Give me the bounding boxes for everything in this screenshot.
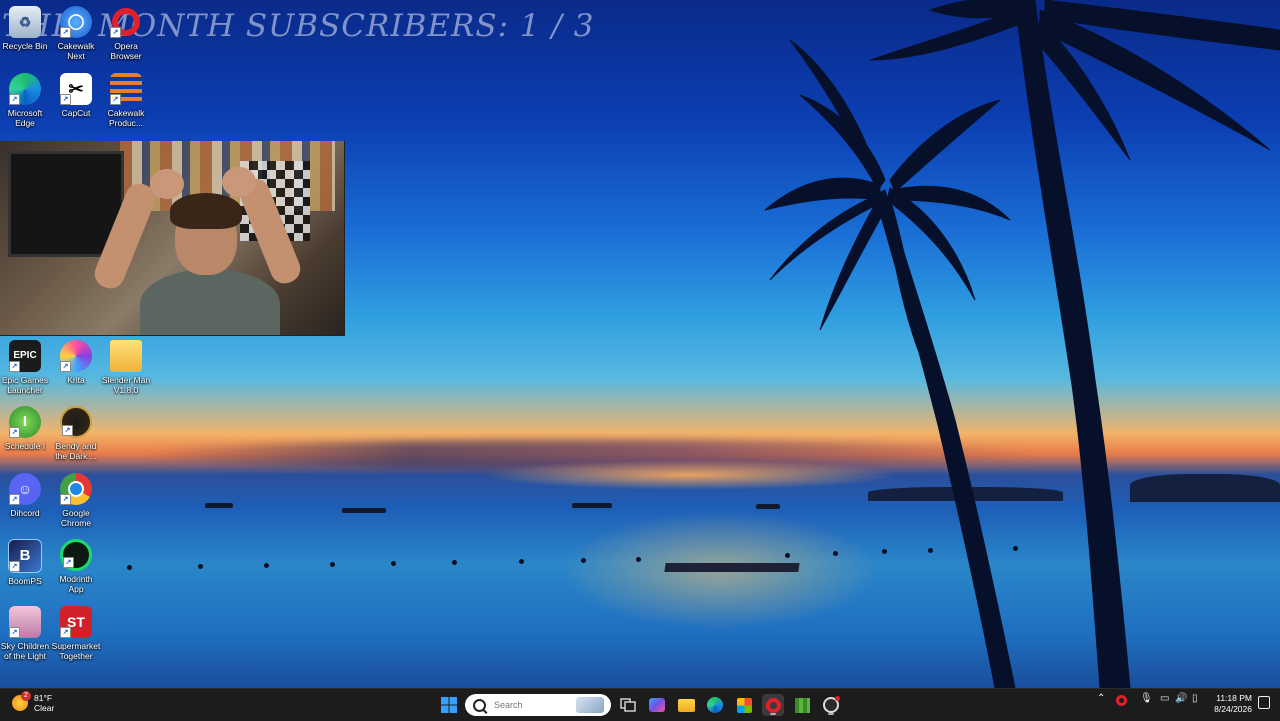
weather-widget[interactable]: 2 81°F Clear [12,691,55,713]
krita-icon: ↗ [60,340,92,372]
desktop-icon-cakewalk-next[interactable]: ◯ ↗ Cakewalk Next [51,6,101,61]
file-explorer-button[interactable] [675,694,697,716]
desktop-icon-label: Dihcord [10,508,40,518]
taskbar-edge-button[interactable] [704,694,726,716]
widgets-button[interactable] [646,694,668,716]
notification-icon[interactable] [1258,696,1270,709]
desktop-icon-bendy[interactable]: ↗ Bendy and the Dark ... [51,406,101,461]
windows-start-icon [441,697,457,713]
schedule-i-icon: I ↗ [9,406,41,438]
file-explorer-icon [677,698,695,712]
desktop-icon-label: Cakewalk Produc... [107,108,145,128]
desktop-icon-label: Recycle Bin [2,41,48,51]
battery-icon[interactable]: ▯ [1192,693,1198,704]
desktop-icon-epic-games[interactable]: EPIC ↗ Epic Games Launcher [0,340,50,395]
weather-badge: 2 [21,691,31,701]
boomps-icon: B ↗ [8,539,42,573]
taskbar-obs-button[interactable] [820,694,842,716]
desktop-icon-label: Google Chrome [60,508,92,528]
desktop-icon-label: Krita [67,375,85,385]
chevron-up-icon[interactable]: ⌃ [1097,693,1105,704]
desktop-icon-opera-browser[interactable]: ↗ Opera Browser [101,6,151,61]
modrinth-icon: ↗ [60,539,92,571]
desktop-icon-label: Modrinth App [59,574,93,594]
desktop-icon-label: Bendy and the Dark ... [55,441,97,461]
desktop-icon-modrinth[interactable]: ↗ Modrinth App [51,539,101,594]
edge-icon: ↗ [9,73,41,105]
network-icon[interactable]: ▭ [1160,693,1169,704]
desktop-icon-cakewalk-producer[interactable]: ↗ Cakewalk Produc... [101,73,151,128]
desktop-icon-label: Supermarket Together [51,641,101,661]
capcut-icon: ✂ ↗ [60,73,92,105]
taskbar-search[interactable] [465,694,611,716]
search-icon [473,698,486,712]
webcam-person-hand [222,167,256,197]
running-indicator [770,713,776,715]
desktop-icon-krita[interactable]: ↗ Krita [51,340,101,385]
sky-icon: ↗ [9,606,41,638]
desktop-icon-sky[interactable]: ↗ Sky Children of the Light [0,606,50,661]
desktop-icon-recycle-bin[interactable]: ♻ Recycle Bin [0,6,50,51]
taskbar-clock[interactable]: 11:18 PM 8/24/2026 [1210,693,1252,715]
volume-icon[interactable]: 🔊 [1175,693,1187,704]
desktop-icon-label: Schedule I [4,441,46,451]
task-view-icon [620,698,636,712]
desktop-icon-slender-man[interactable]: Slender Man V1.8.0 [101,340,151,395]
start-button[interactable] [438,694,460,716]
discord-icon: ☺ ↗ [9,473,41,505]
desktop-icon-label: Opera Browser [110,41,142,61]
opera-icon [765,697,781,713]
clock-time: 11:18 PM [1216,693,1252,703]
desktop-icon-capcut[interactable]: ✂ ↗ CapCut [51,73,101,118]
desktop-icon-label: Sky Children of the Light [0,641,50,661]
weather-temperature: 81°F [34,693,53,703]
search-highlight-image [576,697,604,713]
desktop-icon-boomps[interactable]: B ↗ BoomPS [0,539,50,586]
chrome-icon: ↗ [60,473,92,505]
running-indicator [828,713,834,715]
desktop-icon-label: Microsoft Edge [7,108,43,128]
desktop-icon-supermarket-together[interactable]: ST ↗ Supermarket Together [51,606,101,661]
recycle-bin-icon: ♻ [9,6,41,38]
webcam-feed [0,141,345,336]
desktop-wallpaper [0,0,1280,688]
folder-icon [110,340,142,372]
supermarket-together-icon: ST ↗ [60,606,92,638]
weather-condition: Clear [34,703,55,713]
desktop-icon-label: Cakewalk Next [57,41,95,61]
opera-gx-tray-icon[interactable] [1116,693,1127,706]
cakewalk-producer-icon: ↗ [110,73,142,105]
desktop-icon-schedule-i[interactable]: I ↗ Schedule I [0,406,50,451]
webcam-person-shirt [140,269,280,335]
webcam-person-hair [170,193,242,229]
taskbar: 2 81°F Clear Search ⌃ 🎙 ▭ 🔊 ▯ 11:18 PM 8… [0,688,1280,721]
desktop-icon-label: Slender Man V1.8.0 [101,375,151,395]
microsoft-store-button[interactable] [733,694,755,716]
taskbar-minecraft-button[interactable] [791,694,813,716]
minecraft-icon [794,697,810,713]
desktop-icon-label: Epic Games Launcher [1,375,49,395]
desktop-icon-google-chrome[interactable]: ↗ Google Chrome [51,473,101,528]
epic-games-icon: EPIC ↗ [9,340,41,372]
desktop-icon-label: BoomPS [8,576,42,586]
task-view-button[interactable] [617,694,639,716]
opera-icon: ↗ [110,6,142,38]
desktop-icon-label: CapCut [61,108,91,118]
obs-icon [823,696,840,713]
edge-icon [707,697,723,713]
microphone-icon[interactable]: 🎙 [1140,693,1153,704]
desktop-icon-microsoft-edge[interactable]: ↗ Microsoft Edge [0,73,50,128]
cakewalk-next-icon: ◯ ↗ [60,6,92,38]
store-icon [736,697,752,713]
taskbar-opera-button[interactable] [762,694,784,716]
search-input[interactable] [492,699,576,711]
webcam-person-hand [150,169,184,199]
desktop-icon-discord[interactable]: ☺ ↗ Dihcord [0,473,50,518]
clock-date: 8/24/2026 [1214,704,1252,714]
bendy-icon: ↗ [60,406,92,438]
widgets-icon [649,698,665,712]
weather-sun-icon: 2 [12,691,31,711]
palm-trees-silhouette [764,0,1280,688]
